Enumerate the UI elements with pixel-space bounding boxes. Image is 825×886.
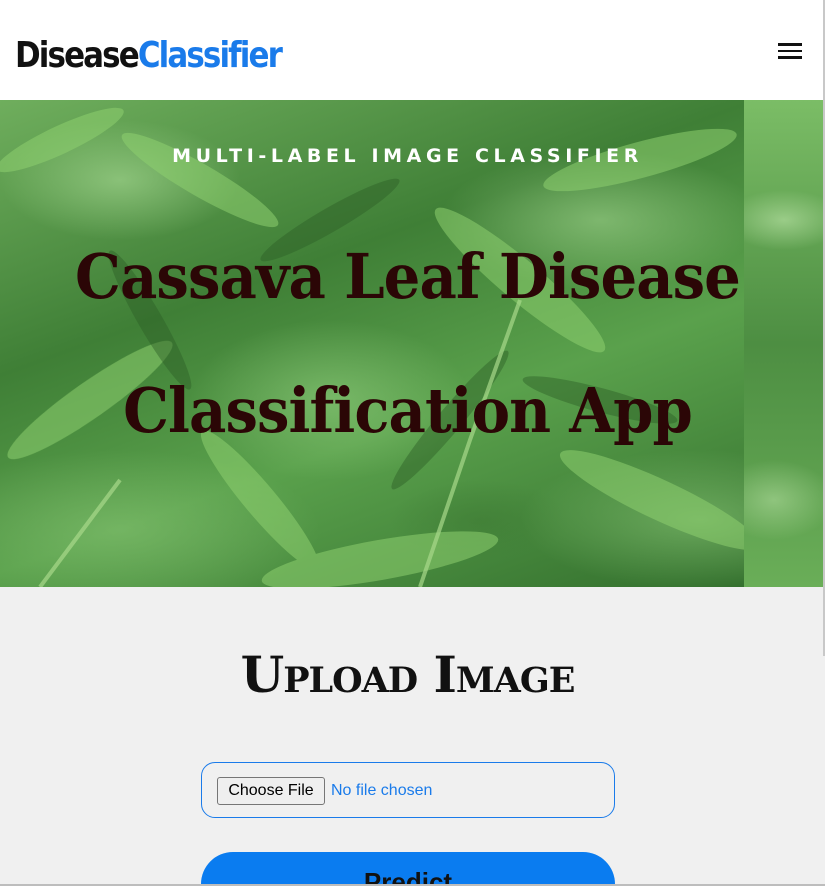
choose-file-button[interactable]: Choose File [217,777,325,805]
hamburger-menu-icon[interactable] [776,40,804,62]
hero-title-line-2: Classification App [123,374,693,447]
brand-part-classifier: Classifier [137,35,283,76]
predict-button[interactable]: Predict [201,852,615,886]
hero-subtitle: MULTI-LABEL IMAGE CLASSIFIER [172,145,643,167]
navbar: DiseaseClassifier [0,0,825,100]
brand-logo[interactable]: DiseaseClassifier [15,35,283,76]
hero-banner: MULTI-LABEL IMAGE CLASSIFIER Cassava Lea… [0,100,825,587]
upload-image-heading: Upload Image [240,645,576,704]
file-upload-field[interactable]: Choose File No file chosen [201,762,615,818]
brand-part-disease: Disease [15,35,140,76]
hero-image-strip [744,100,825,587]
file-status-text: No file chosen [331,782,433,799]
hero-title-line-1: Cassava Leaf Disease [75,240,741,313]
hero-title: Cassava Leaf Disease Classification App [66,210,750,478]
